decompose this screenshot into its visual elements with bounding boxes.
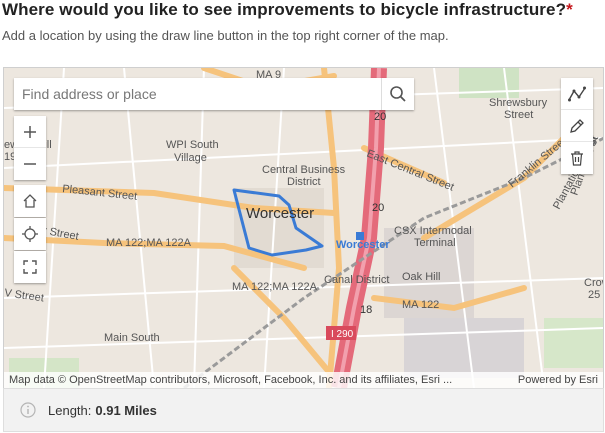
map-label: V Street bbox=[4, 287, 45, 304]
length-value: 0.91 Miles bbox=[95, 402, 157, 418]
edit-button[interactable] bbox=[561, 110, 593, 142]
map-label: MA 122;MA 122A bbox=[232, 281, 318, 293]
locate-icon bbox=[22, 226, 38, 242]
home-control bbox=[14, 185, 46, 217]
fullscreen-button[interactable] bbox=[14, 251, 46, 283]
sketch-toolbar bbox=[561, 78, 593, 174]
highway-shield-label: I 290 bbox=[331, 329, 354, 340]
map-label: Oak Hill bbox=[402, 271, 441, 283]
question-title-text: Where would you like to see improvements… bbox=[2, 0, 567, 19]
fullscreen-icon bbox=[23, 260, 37, 274]
powered-by-esri[interactable]: Powered by Esri bbox=[518, 374, 598, 386]
map-label: Central Business bbox=[262, 164, 346, 176]
map-label: Shrewsbury bbox=[489, 97, 548, 109]
map-label: MA 122;MA 122A bbox=[106, 237, 192, 249]
map-label: 20 bbox=[372, 202, 384, 214]
station-label-worcester: Worcester bbox=[336, 239, 390, 251]
map-label: WPI South bbox=[166, 139, 219, 151]
zoom-in-button[interactable] bbox=[14, 116, 46, 148]
polyline-icon bbox=[568, 86, 586, 101]
park-area bbox=[544, 318, 603, 368]
locate-control bbox=[14, 218, 46, 250]
attribution-text: Map data © OpenStreetMap contributors, M… bbox=[9, 374, 453, 386]
map-label: Village bbox=[174, 152, 207, 164]
zoom-controls bbox=[14, 116, 46, 180]
building-block bbox=[234, 188, 324, 268]
fullscreen-control bbox=[14, 251, 46, 283]
map-label: CSX Intermodal bbox=[394, 225, 472, 237]
map-label: Canal District bbox=[324, 274, 389, 286]
map-label: 25 bbox=[588, 289, 600, 301]
search-input[interactable] bbox=[14, 79, 381, 109]
map-label: 18 bbox=[360, 304, 372, 316]
map-label: 20 bbox=[374, 111, 386, 123]
building-block bbox=[404, 318, 524, 378]
map-label: MA 122 bbox=[402, 299, 439, 311]
map-view[interactable]: MA 9 Shrewsbury Street ewton Hill 196 m … bbox=[3, 67, 604, 389]
question-description: Add a location by using the draw line bu… bbox=[2, 28, 449, 43]
question-title: Where would you like to see improvements… bbox=[2, 0, 573, 20]
length-label: Length: bbox=[48, 402, 92, 418]
map-attribution: Map data © OpenStreetMap contributors, M… bbox=[4, 372, 603, 388]
delete-button[interactable] bbox=[561, 142, 593, 174]
required-marker: * bbox=[566, 0, 573, 19]
plus-icon bbox=[24, 125, 36, 138]
zoom-out-button[interactable] bbox=[14, 148, 46, 180]
map-label: Crow bbox=[584, 277, 603, 289]
city-label-worcester: Worcester bbox=[246, 205, 314, 222]
search-button[interactable] bbox=[381, 78, 414, 110]
map-label: District bbox=[287, 176, 321, 188]
info-icon bbox=[20, 402, 36, 418]
search-icon bbox=[390, 86, 406, 102]
length-readout: Length: 0.91 Miles bbox=[3, 388, 604, 432]
draw-line-button[interactable] bbox=[561, 78, 593, 110]
basemap[interactable]: MA 9 Shrewsbury Street ewton Hill 196 m … bbox=[4, 68, 603, 388]
home-button[interactable] bbox=[14, 185, 46, 217]
map-label: Terminal bbox=[414, 237, 456, 249]
search-box[interactable] bbox=[14, 78, 414, 110]
minor-street bbox=[193, 68, 205, 388]
home-icon bbox=[23, 194, 37, 208]
trash-icon bbox=[571, 151, 583, 166]
pencil-icon bbox=[570, 118, 584, 133]
map-label: Street bbox=[504, 109, 533, 121]
map-label: Main South bbox=[104, 332, 160, 344]
locate-button[interactable] bbox=[14, 218, 46, 250]
minus-icon bbox=[24, 163, 36, 165]
map-label: Pleasant Street bbox=[62, 183, 138, 203]
